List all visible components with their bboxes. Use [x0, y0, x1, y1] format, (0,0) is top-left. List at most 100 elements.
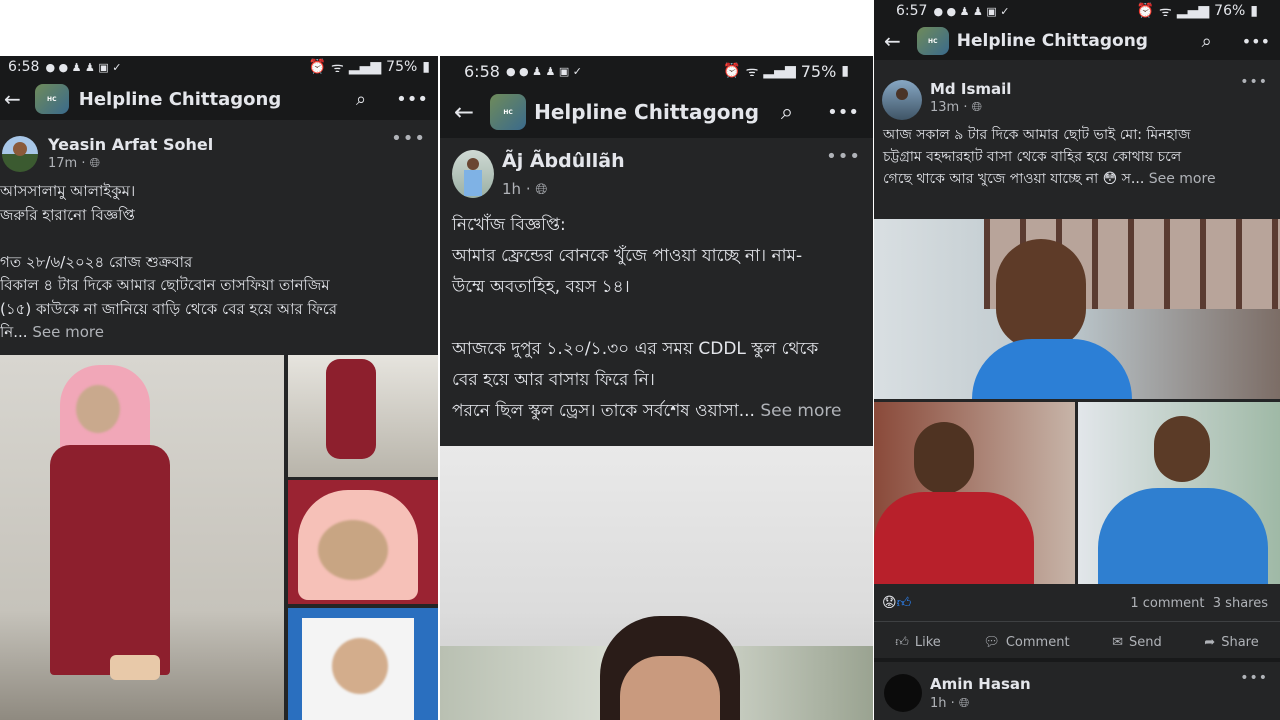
globe-icon: 🌐︎ [535, 180, 548, 198]
author-name[interactable]: Amin Hasan [930, 675, 1031, 693]
alarm-icon: ⏰ [1136, 3, 1155, 19]
author-avatar[interactable] [2, 136, 38, 172]
post-meta: 1h · 🌐︎ [502, 180, 548, 198]
messenger-icon: ✉︎ [1112, 634, 1123, 650]
back-arrow-icon[interactable]: ← [4, 87, 21, 111]
back-arrow-icon[interactable]: ← [884, 29, 901, 53]
post-time[interactable]: 13m [930, 100, 959, 115]
post-meta: 1h · 🌐︎ [930, 696, 970, 711]
post-photo-4[interactable] [288, 608, 438, 720]
comment-button[interactable]: 💬︎ Comment [983, 635, 1069, 650]
comment-label: Comment [1005, 634, 1070, 650]
status-time: 6:58 [464, 61, 500, 81]
comment-count[interactable]: 1 comment [1130, 596, 1204, 611]
post-card: Yeasin Arfat Sohel 17m · 🌐︎ ••• আসসালামু… [0, 124, 438, 720]
post-photo-3[interactable] [288, 480, 438, 604]
notification-icons: ● ● ♟ ♟ ▣ ✓ [933, 4, 1010, 18]
like-label: Like [914, 634, 941, 650]
globe-icon: 🌐︎ [958, 696, 970, 711]
status-time: 6:57 [896, 3, 928, 19]
post-body: নিখোঁজ বিজ্ঞপ্তি: আমার ফ্রেন্ডের বোনকে খ… [452, 215, 819, 421]
see-more-link[interactable]: See more [760, 401, 841, 421]
signal-icon: ▂▄▆ [348, 59, 382, 75]
post-meta: 17m · 🌐︎ [48, 156, 101, 171]
signal-icon: ▂▄▆ [1176, 3, 1210, 19]
see-more-link[interactable]: See more [1149, 171, 1216, 187]
share-count[interactable]: 3 shares [1213, 596, 1268, 611]
battery-percent: 76% [1214, 3, 1246, 19]
more-options-icon[interactable]: ••• [391, 128, 426, 149]
more-options-icon[interactable]: ••• [827, 102, 859, 123]
more-options-icon[interactable]: ••• [1242, 32, 1270, 51]
group-header: ← HC Helpline Chittagong ⌕ ••• [440, 86, 873, 138]
reactions[interactable]: 😟👍︎ [882, 594, 911, 611]
signal-icon: ▂▄▆ [763, 63, 796, 79]
divider [874, 621, 1280, 622]
status-time: 6:58 [8, 59, 40, 75]
battery-icon: ▮ [841, 63, 849, 79]
search-icon[interactable]: ⌕ [1202, 31, 1212, 52]
post-photo-3[interactable] [1078, 402, 1280, 584]
next-post-card: Amin Hasan 1h · 🌐︎ ••• [874, 662, 1280, 720]
more-options-icon[interactable]: ••• [1240, 74, 1268, 90]
author-name[interactable]: Ãj Ãbdûllãh [502, 150, 625, 172]
post-photo-2[interactable] [288, 355, 438, 477]
like-button[interactable]: 👍︎ Like [895, 635, 941, 650]
post-photo[interactable] [440, 446, 873, 720]
screenshot-panel-3: 6:57 ● ● ♟ ♟ ▣ ✓ ⏰ ᯤ ▂▄▆ 76% ▮ ← HC Help… [874, 0, 1280, 720]
post-time[interactable]: 17m [48, 156, 77, 171]
wifi-icon: ᯤ [1159, 3, 1172, 20]
group-icon[interactable]: HC [490, 94, 527, 130]
like-icon: 👍︎ [895, 634, 909, 650]
search-icon[interactable]: ⌕ [356, 89, 366, 110]
share-icon: ➦ [1204, 634, 1216, 650]
screenshot-panel-1: 6:58 ● ● ♟ ♟ ▣ ✓ ⏰ ᯤ ▂▄▆ 75% ▮ ← HC Help… [0, 56, 438, 720]
like-reaction-icon: 👍︎ [896, 595, 912, 611]
alarm-icon: ⏰ [308, 59, 327, 75]
group-header: ← HC Helpline Chittagong ⌕ ••• [0, 78, 438, 120]
engagement-counts: 1 comment 3 shares [1130, 596, 1268, 611]
status-bar: 6:58 ● ● ♟ ♟ ▣ ✓ ⏰ ᯤ ▂▄▆ 75% ▮ [0, 56, 438, 78]
post-text: নিখোঁজ বিজ্ঞপ্তি: আমার ফ্রেন্ডের বোনকে খ… [452, 210, 870, 427]
author-avatar[interactable] [884, 674, 922, 712]
author-avatar[interactable] [452, 150, 494, 198]
send-button[interactable]: ✉︎ Send [1112, 635, 1162, 650]
post-time[interactable]: 1h [930, 696, 947, 711]
notification-icons: ● ● ♟ ♟ ▣ ✓ [505, 64, 582, 78]
comment-icon: 💬︎ [983, 634, 1000, 650]
more-options-icon[interactable]: ••• [396, 89, 428, 110]
search-icon[interactable]: ⌕ [781, 100, 793, 125]
battery-percent: 75% [800, 61, 837, 81]
post-body: আসসালামু আলাইকুম। জরুরি হারানো বিজ্ঞপ্তি… [0, 182, 338, 341]
globe-icon: 🌐︎ [971, 100, 983, 115]
globe-icon: 🌐︎ [89, 156, 101, 171]
send-label: Send [1129, 634, 1162, 650]
screenshot-panel-2: 6:58 ● ● ♟ ♟ ▣ ✓ ⏰ ᯤ ▂▄▆ 75% ▮ ← HC Help… [440, 56, 873, 720]
post-time[interactable]: 1h [502, 180, 521, 198]
see-more-link[interactable]: See more [32, 323, 104, 341]
post-photo-main[interactable] [0, 355, 284, 720]
group-icon[interactable]: HC [916, 27, 949, 55]
share-button[interactable]: ➦ Share [1204, 635, 1258, 650]
post-card: Md Ismail 13m · 🌐︎ ••• আজ সকাল ৯ টার দিক… [874, 66, 1280, 658]
post-meta: 13m · 🌐︎ [930, 100, 983, 115]
post-text: আসসালামু আলাইকুম। জরুরি হারানো বিজ্ঞপ্তি… [0, 180, 436, 345]
post-actions: 👍︎ Like 💬︎ Comment ✉︎ Send ➦ Share [874, 626, 1280, 658]
battery-percent: 75% [386, 59, 418, 75]
back-arrow-icon[interactable]: ← [454, 98, 474, 126]
group-title[interactable]: Helpline Chittagong [534, 100, 759, 124]
notification-icons: ● ● ♟ ♟ ▣ ✓ [45, 60, 122, 74]
post-text: আজ সকাল ৯ টার দিকে আমার ছোট ভাই মো: মিনহ… [883, 124, 1275, 190]
author-name[interactable]: Md Ismail [930, 80, 1011, 98]
group-header: ← HC Helpline Chittagong ⌕ ••• [874, 22, 1280, 60]
more-options-icon[interactable]: ••• [1240, 670, 1268, 686]
author-avatar[interactable] [882, 80, 922, 120]
post-photo-2[interactable] [874, 402, 1075, 584]
group-title[interactable]: Helpline Chittagong [957, 31, 1148, 51]
author-name[interactable]: Yeasin Arfat Sohel [48, 135, 213, 154]
post-photo-main[interactable] [874, 219, 1280, 399]
battery-icon: ▮ [1250, 3, 1258, 19]
group-icon[interactable]: HC [34, 84, 69, 114]
more-options-icon[interactable]: ••• [826, 146, 861, 167]
group-title[interactable]: Helpline Chittagong [79, 89, 281, 110]
